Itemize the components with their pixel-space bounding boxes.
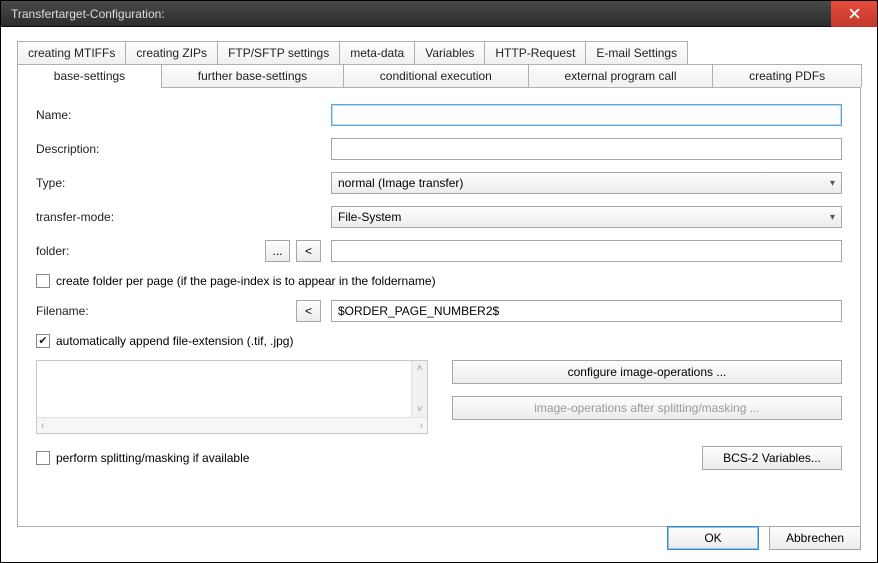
row-create-folder-per-page: create folder per page (if the page-inde…: [36, 274, 842, 288]
scroll-right-icon[interactable]: ›: [416, 418, 427, 433]
tab-variables[interactable]: Variables: [414, 41, 485, 64]
tab-body: Name: Description: Type: normal (Image t…: [17, 87, 861, 527]
description-input[interactable]: [331, 138, 842, 160]
image-operations-listbox[interactable]: ˄ ˅ ‹ ›: [36, 360, 428, 434]
ok-button[interactable]: OK: [667, 526, 759, 550]
close-button[interactable]: [831, 1, 877, 27]
close-icon: [849, 8, 860, 19]
label-name: Name:: [36, 108, 216, 122]
create-folder-label: create folder per page (if the page-inde…: [56, 274, 436, 288]
image-operations-buttons: configure image-operations ... image-ope…: [452, 360, 842, 434]
tab-base-settings[interactable]: base-settings: [17, 64, 162, 87]
dialog-footer: OK Abbrechen: [667, 526, 861, 550]
tab-meta-data[interactable]: meta-data: [339, 41, 415, 64]
label-transfer-mode: transfer-mode:: [36, 210, 216, 224]
row-description: Description:: [36, 138, 842, 160]
bcs2-variables-button[interactable]: BCS-2 Variables...: [702, 446, 842, 470]
label-filename: Filename:: [36, 304, 216, 318]
folder-browse-button[interactable]: ...: [265, 240, 290, 262]
perform-splitting-label: perform splitting/masking if available: [56, 451, 249, 465]
window-title: Transfertarget-Configuration:: [11, 7, 831, 21]
scroll-down-icon[interactable]: ˅: [413, 402, 427, 417]
chevron-down-icon: ▾: [830, 178, 835, 189]
create-folder-checkbox[interactable]: [36, 274, 50, 288]
append-extension-label: automatically append file-extension (.ti…: [56, 334, 293, 348]
image-operations-after-splitting-button: image-operations after splitting/masking…: [452, 396, 842, 420]
cancel-button[interactable]: Abbrechen: [769, 526, 861, 550]
append-extension-checkbox[interactable]: [36, 334, 50, 348]
row-append-extension: automatically append file-extension (.ti…: [36, 334, 842, 348]
tab-http-request[interactable]: HTTP-Request: [484, 41, 586, 64]
name-input[interactable]: [331, 104, 842, 126]
titlebar: Transfertarget-Configuration:: [1, 1, 877, 27]
row-name: Name:: [36, 104, 842, 126]
tabs-row-2: base-settings further base-settings cond…: [17, 64, 861, 87]
filename-back-button[interactable]: <: [296, 300, 321, 322]
row-splitting-and-bcs: perform splitting/masking if available B…: [36, 446, 842, 470]
tab-creating-mtiffs[interactable]: creating MTIFFs: [17, 41, 126, 64]
listbox-vertical-scrollbar[interactable]: ˄ ˅: [411, 361, 427, 417]
row-filename: Filename: <: [36, 300, 842, 322]
transfer-mode-select-value: File-System: [338, 210, 401, 224]
label-type: Type:: [36, 176, 216, 190]
row-type: Type: normal (Image transfer) ▾: [36, 172, 842, 194]
filename-input[interactable]: [331, 300, 842, 322]
tab-further-base-settings[interactable]: further base-settings: [161, 64, 344, 87]
tab-external-program-call[interactable]: external program call: [528, 64, 714, 87]
window: Transfertarget-Configuration: creating M…: [0, 0, 878, 563]
image-operations-area: ˄ ˅ ‹ › configure image-operations ... i…: [36, 360, 842, 434]
type-select[interactable]: normal (Image transfer) ▾: [331, 172, 842, 194]
folder-back-button[interactable]: <: [296, 240, 321, 262]
perform-splitting-checkbox[interactable]: [36, 451, 50, 465]
tab-conditional-execution[interactable]: conditional execution: [343, 64, 529, 87]
tab-ftp-sftp[interactable]: FTP/SFTP settings: [217, 41, 340, 64]
label-folder: folder:: [36, 244, 216, 258]
folder-input[interactable]: [331, 240, 842, 262]
scroll-left-icon[interactable]: ‹: [37, 418, 48, 433]
transfer-mode-select[interactable]: File-System ▾: [331, 206, 842, 228]
configure-image-operations-button[interactable]: configure image-operations ...: [452, 360, 842, 384]
row-folder: folder: ... <: [36, 240, 842, 262]
type-select-value: normal (Image transfer): [338, 176, 463, 190]
tab-creating-pdfs[interactable]: creating PDFs: [712, 64, 862, 87]
chevron-down-icon: ▾: [830, 212, 835, 223]
row-transfer-mode: transfer-mode: File-System ▾: [36, 206, 842, 228]
listbox-horizontal-scrollbar[interactable]: ‹ ›: [37, 417, 427, 433]
tab-email-settings[interactable]: E-mail Settings: [585, 41, 688, 64]
client-area: creating MTIFFs creating ZIPs FTP/SFTP s…: [1, 27, 877, 562]
tab-creating-zips[interactable]: creating ZIPs: [125, 41, 218, 64]
tabs-row-1: creating MTIFFs creating ZIPs FTP/SFTP s…: [17, 41, 861, 64]
label-description: Description:: [36, 142, 216, 156]
scroll-up-icon[interactable]: ˄: [413, 361, 427, 376]
